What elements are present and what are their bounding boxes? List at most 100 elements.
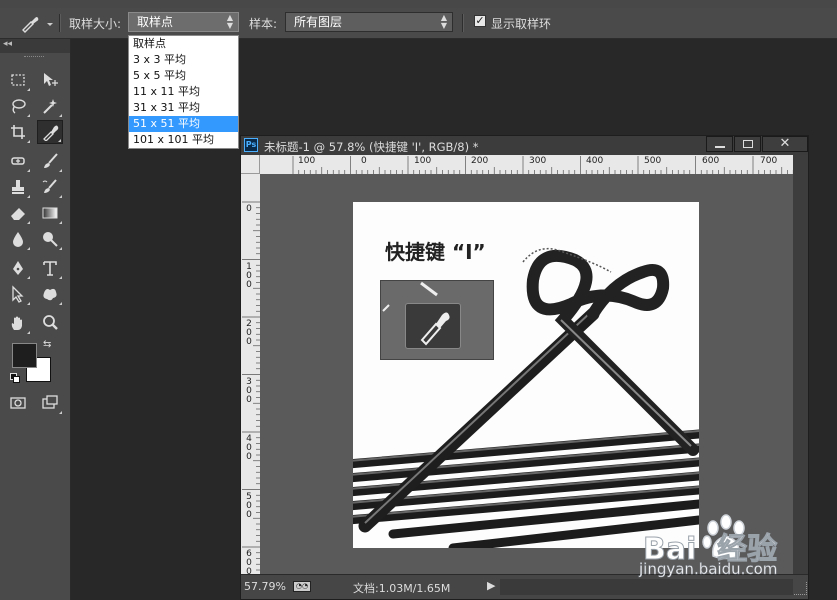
- swap-colors-icon[interactable]: ⇆: [43, 339, 51, 350]
- lasso-icon: [12, 99, 26, 114]
- custom-shape-tool[interactable]: [37, 282, 63, 306]
- dropdown-option[interactable]: 3 x 3 平均: [129, 52, 238, 68]
- brush-tool[interactable]: [37, 149, 63, 173]
- sample-layers-value: 所有图层: [294, 15, 343, 29]
- sample-layers-select[interactable]: 所有图层 ▲ ▼: [285, 12, 453, 32]
- zoom-level[interactable]: 57.79%: [244, 580, 286, 593]
- gradient-icon: [42, 207, 58, 219]
- dropdown-option[interactable]: 31 x 31 平均: [129, 100, 238, 116]
- sample-size-value: 取样点: [137, 15, 174, 29]
- marquee-tool[interactable]: [5, 68, 31, 92]
- bandage-icon: [11, 157, 25, 165]
- ruler-h-label: 400: [586, 156, 604, 166]
- crop-icon: [11, 125, 25, 139]
- vertical-scrollbar[interactable]: [793, 155, 808, 574]
- type-icon: [43, 261, 57, 276]
- clone-stamp-tool[interactable]: [5, 175, 31, 199]
- ruler-origin[interactable]: [241, 155, 260, 174]
- dropdown-option[interactable]: 5 x 5 平均: [129, 68, 238, 84]
- window-top-band: [0, 0, 837, 8]
- pen-icon: [13, 261, 23, 275]
- ruler-h-label: 0: [361, 156, 367, 166]
- drop-icon: [13, 232, 23, 247]
- show-sampling-ring-label: 显示取样环: [491, 17, 552, 31]
- status-options-icon[interactable]: ◔◔: [293, 581, 311, 592]
- straws-illustration: [353, 247, 699, 548]
- ruler-h-label: 100: [414, 156, 432, 166]
- document-title-bar[interactable]: Ps 未标题-1 @ 57.8% (快捷键 'I', RGB/8) * ✕: [241, 136, 808, 155]
- crop-tool[interactable]: [5, 120, 31, 144]
- ruler-h-label: 200: [471, 156, 489, 166]
- dropdown-option-highlighted[interactable]: 51 x 51 平均: [129, 116, 238, 132]
- ruler-v-label: 600: [246, 549, 252, 575]
- ruler-v-label: 200: [246, 319, 252, 347]
- eraser-icon: [11, 208, 25, 220]
- magic-wand-tool[interactable]: [37, 94, 63, 118]
- separator: [462, 14, 464, 32]
- history-brush-tool[interactable]: [37, 175, 63, 199]
- dodge-icon: [43, 232, 58, 247]
- eyedropper-tool[interactable]: [37, 120, 63, 144]
- grip-icon[interactable]: [24, 56, 44, 59]
- document-image[interactable]: 快捷键 “I”: [353, 202, 699, 548]
- marquee-icon: [11, 74, 25, 86]
- default-colors-icon[interactable]: [10, 373, 20, 383]
- healing-brush-tool[interactable]: [5, 149, 31, 173]
- quick-mask-icon: [10, 397, 26, 409]
- hand-tool[interactable]: [5, 311, 31, 335]
- ruler-h-label: 500: [644, 156, 662, 166]
- pen-tool[interactable]: [5, 256, 31, 280]
- horizontal-ruler[interactable]: 100 0 100 200 300 400 500 600 700: [260, 155, 793, 175]
- dodge-tool[interactable]: [37, 227, 63, 251]
- gradient-tool[interactable]: [37, 201, 63, 225]
- baidu-jingyan-watermark: Bai 经验 jingyan.baidu.com: [637, 514, 837, 600]
- move-tool[interactable]: [37, 68, 63, 92]
- vertical-ruler[interactable]: 0 100 200 300 400 500 600: [241, 174, 261, 574]
- ruler-v-label: 300: [246, 377, 252, 405]
- quick-mask-button[interactable]: [5, 391, 31, 415]
- zoom-tool[interactable]: [37, 311, 63, 335]
- sample-size-select[interactable]: 取样点 ▲ ▼: [128, 12, 239, 32]
- minimize-icon: [715, 146, 725, 148]
- blur-tool[interactable]: [5, 227, 31, 251]
- magic-wand-icon: [43, 99, 57, 114]
- options-bar: 取样大小: 取样点 ▲ ▼ 样本: 所有图层 ▲ ▼ ✓ 显示取样环: [0, 8, 837, 39]
- sample-size-dropdown: 取样点 3 x 3 平均 5 x 5 平均 11 x 11 平均 31 x 31…: [128, 35, 239, 149]
- screen-mode-button[interactable]: [37, 391, 63, 415]
- collapse-icon[interactable]: ◂◂: [3, 39, 12, 49]
- minimize-button[interactable]: [706, 136, 733, 152]
- select-arrows-icon: ▲ ▼: [226, 13, 233, 30]
- foreground-color-swatch[interactable]: [12, 343, 37, 368]
- path-selection-tool[interactable]: [5, 282, 31, 306]
- dropdown-option[interactable]: 取样点: [129, 36, 238, 52]
- select-arrows-icon: ▲ ▼: [440, 13, 447, 30]
- status-menu-arrow-icon[interactable]: ▶: [487, 579, 495, 592]
- eyedropper-icon: [22, 17, 53, 33]
- document-title: 未标题-1 @ 57.8% (快捷键 'I', RGB/8) *: [264, 140, 479, 154]
- ruler-v-label: 400: [246, 434, 252, 462]
- sample-size-label: 取样大小:: [69, 17, 122, 31]
- show-sampling-ring-checkbox[interactable]: ✓: [474, 15, 486, 27]
- history-brush-icon: [42, 179, 57, 193]
- arrow-pointer-icon: [12, 285, 24, 303]
- ruler-h-label: 100: [298, 156, 316, 166]
- eraser-tool[interactable]: [5, 201, 31, 225]
- stamp-icon: [12, 180, 24, 194]
- close-button[interactable]: ✕: [762, 136, 808, 152]
- dropdown-option[interactable]: 101 x 101 平均: [129, 132, 238, 148]
- ruler-v-label: 0: [246, 204, 252, 214]
- maximize-button[interactable]: [734, 136, 761, 152]
- ruler-h-label: 600: [702, 156, 720, 166]
- magnifier-icon: [43, 315, 58, 330]
- tools-panel-header[interactable]: ◂◂: [0, 39, 70, 57]
- watermark-url: jingyan.baidu.com: [639, 560, 778, 579]
- photoshop-icon: Ps: [244, 138, 258, 152]
- tool-preset-picker[interactable]: [18, 13, 58, 33]
- type-tool[interactable]: [37, 256, 63, 280]
- sample-label: 样本:: [249, 17, 278, 31]
- dropdown-option[interactable]: 11 x 11 平均: [129, 84, 238, 100]
- ruler-v-label: 500: [246, 492, 252, 520]
- screen-mode-icon: [42, 395, 58, 409]
- maximize-icon: [743, 140, 753, 148]
- lasso-tool[interactable]: [5, 94, 31, 118]
